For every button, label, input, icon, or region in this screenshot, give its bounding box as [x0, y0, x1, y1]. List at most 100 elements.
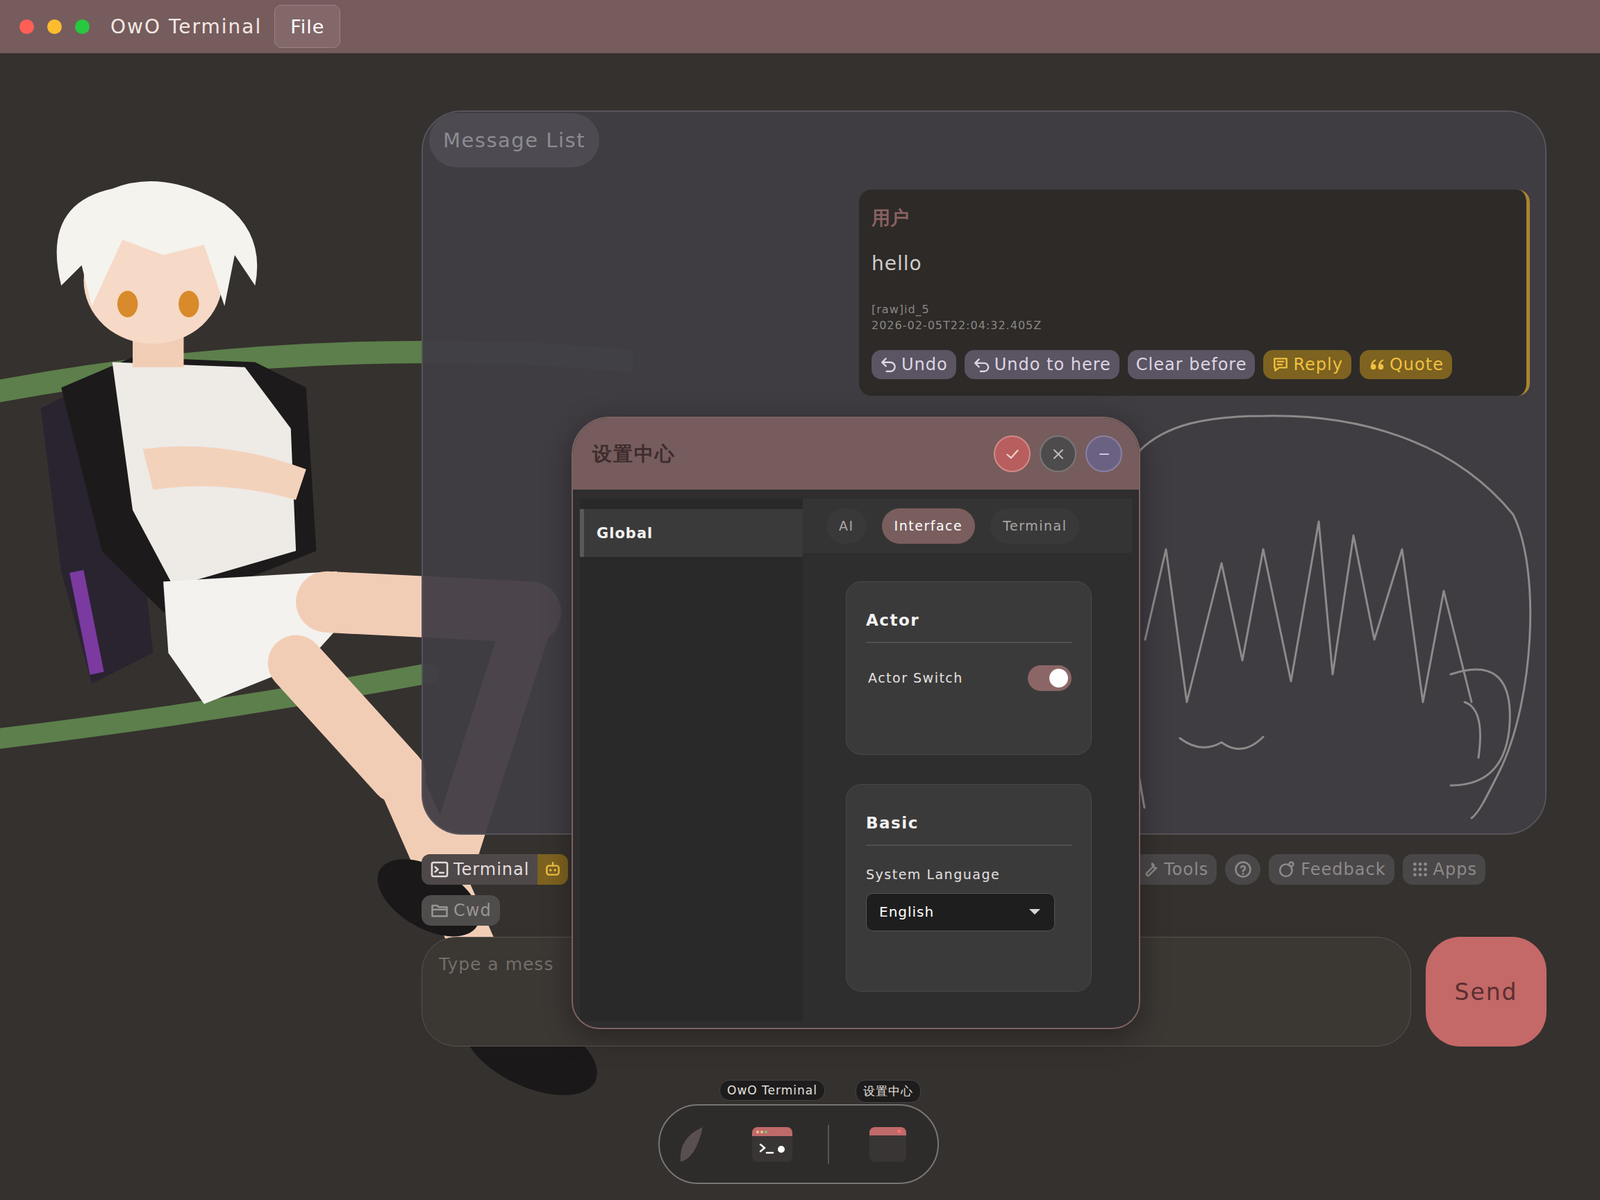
- wrench-icon: [1141, 860, 1160, 879]
- settings-sections: Actor Actor Switch Basic System Language Eng…: [802, 552, 1132, 992]
- toggle-switch[interactable]: [1027, 665, 1072, 691]
- undo-icon: [879, 355, 898, 374]
- caret-down-icon: [1027, 907, 1042, 916]
- select-row: System Language English: [865, 866, 1072, 932]
- folder-icon: [429, 900, 450, 921]
- settings-sidebar: Global: [579, 498, 803, 1021]
- tab-label: Terminal: [1002, 518, 1067, 534]
- meta-line: 2026-02-05T22:04:32.405Z: [871, 317, 1514, 334]
- button-label: Reply: [1293, 354, 1343, 375]
- message-text: hello: [871, 250, 1514, 278]
- menu-button[interactable]: File: [274, 4, 341, 48]
- undo-to-here-icon: [972, 355, 991, 374]
- terminal-app-icon: [751, 1126, 794, 1163]
- message-meta: [raw]id_52026-02-05T22:04:32.405Z: [871, 301, 1514, 334]
- menu-bar: File: [274, 4, 341, 48]
- dock-app[interactable]: 设置中心: [868, 1126, 907, 1163]
- toolbar-left: Terminal: [421, 854, 569, 885]
- window-controls: [19, 19, 90, 35]
- check-icon: [1003, 445, 1022, 464]
- leaf-icon: [675, 1123, 707, 1166]
- toggle-row: Actor Switch: [865, 665, 1072, 691]
- section-divider: [865, 641, 1072, 644]
- dock-app-label: OwO Terminal: [719, 1079, 825, 1101]
- button-label: Terminal: [453, 859, 530, 880]
- dialog-title: 设置中心: [592, 440, 676, 468]
- button-label: Clear before: [1136, 354, 1248, 375]
- toolbar-right: Tools Feedback Apps: [1133, 854, 1486, 885]
- button-label: Undo to here: [994, 354, 1112, 375]
- button-label: Undo: [901, 354, 948, 375]
- panel-title: Message List: [429, 113, 600, 168]
- cwd-button[interactable]: Cwd: [421, 895, 500, 926]
- tab[interactable]: Interface: [881, 508, 976, 544]
- button-label: Cwd: [453, 900, 492, 921]
- language-select[interactable]: English: [865, 893, 1055, 932]
- dock-separator: [827, 1125, 830, 1164]
- dialog-title-bar: 设置中心: [572, 418, 1139, 490]
- feedback-icon: [1277, 859, 1297, 880]
- dialog-body: Global AI Interface Terminal Actor Actor Swit…: [572, 489, 1139, 1028]
- meta-line: [raw]id_5: [871, 301, 1514, 318]
- tab-bar: AI Interface Terminal: [802, 498, 1132, 553]
- action-button[interactable]: Quote: [1359, 350, 1453, 380]
- title-bar: OwO Terminal File: [0, 0, 1600, 54]
- section-title: Basic: [865, 811, 1072, 835]
- reply-icon: [1271, 355, 1290, 374]
- section-title: Actor: [865, 608, 1072, 632]
- button-label: Feedback: [1300, 859, 1386, 880]
- toolbar-button[interactable]: Terminal: [421, 854, 538, 885]
- zoom-button[interactable]: [75, 19, 90, 35]
- minus-icon: [1095, 445, 1113, 463]
- action-button[interactable]: Clear before: [1127, 350, 1256, 380]
- dock-app[interactable]: OwO Terminal: [751, 1126, 794, 1163]
- message-actions: Undo Undo to here Clear before Reply Quote: [871, 350, 1514, 380]
- action-button[interactable]: Reply: [1263, 350, 1351, 380]
- dialog-controls: [993, 435, 1123, 473]
- icon-button[interactable]: [1225, 854, 1261, 885]
- close-button[interactable]: [19, 19, 35, 35]
- x-icon: [1050, 445, 1067, 463]
- robot-icon: [543, 860, 562, 879]
- settings-content: AI Interface Terminal Actor Actor Switch Basi…: [802, 498, 1132, 1021]
- terminal-icon: [429, 859, 450, 880]
- sidebar-item[interactable]: Global: [579, 509, 803, 557]
- message-card: 用户 hello [raw]id_52026-02-05T22:04:32.405Z…: [859, 189, 1530, 396]
- confirm-button[interactable]: [993, 435, 1031, 473]
- button-label: Tools: [1163, 859, 1209, 880]
- tab-label: Interface: [894, 518, 964, 534]
- tab-label: AI: [838, 518, 855, 534]
- settings-dialog: 设置中心GlobalAIInterfaceTerminalActorActor …: [571, 416, 1141, 1030]
- toolbar-button[interactable]: Apps: [1402, 854, 1486, 885]
- window-title: OwO Terminal: [110, 15, 262, 39]
- toggle-knob: [1049, 668, 1069, 688]
- field-label: Actor Switch: [868, 670, 964, 686]
- close-button[interactable]: [1039, 435, 1077, 473]
- action-button[interactable]: Undo: [871, 350, 957, 380]
- dock-collapse-button[interactable]: [675, 1123, 707, 1166]
- help-icon: [1233, 859, 1253, 880]
- minimize-button[interactable]: [47, 19, 62, 35]
- apps-icon: [1411, 860, 1430, 879]
- tab[interactable]: Terminal: [990, 508, 1080, 544]
- action-button[interactable]: Undo to here: [964, 350, 1120, 380]
- toolbar-button[interactable]: Tools: [1133, 854, 1217, 885]
- toolbar-button[interactable]: Feedback: [1268, 854, 1394, 885]
- sidebar-label: Global: [596, 525, 653, 542]
- field-label: System Language: [865, 866, 1072, 882]
- settings-card: Actor Actor Switch: [845, 581, 1092, 755]
- settings-app-icon: [868, 1126, 907, 1163]
- select-value: English: [879, 903, 935, 921]
- sketch-drawing: [1124, 410, 1541, 828]
- tab[interactable]: AI: [826, 508, 867, 544]
- icon-button[interactable]: [537, 854, 569, 885]
- button-label: Apps: [1433, 859, 1478, 880]
- quote-icon: [1368, 355, 1387, 374]
- dock: OwO Terminal 设置中心: [658, 1104, 939, 1185]
- dock-app-label: 设置中心: [855, 1079, 921, 1103]
- minimize-button[interactable]: [1085, 435, 1123, 473]
- message-author: 用户: [871, 204, 1514, 232]
- settings-card: Basic System Language English: [845, 784, 1092, 992]
- send-button[interactable]: Send: [1425, 936, 1547, 1047]
- section-divider: [865, 844, 1072, 846]
